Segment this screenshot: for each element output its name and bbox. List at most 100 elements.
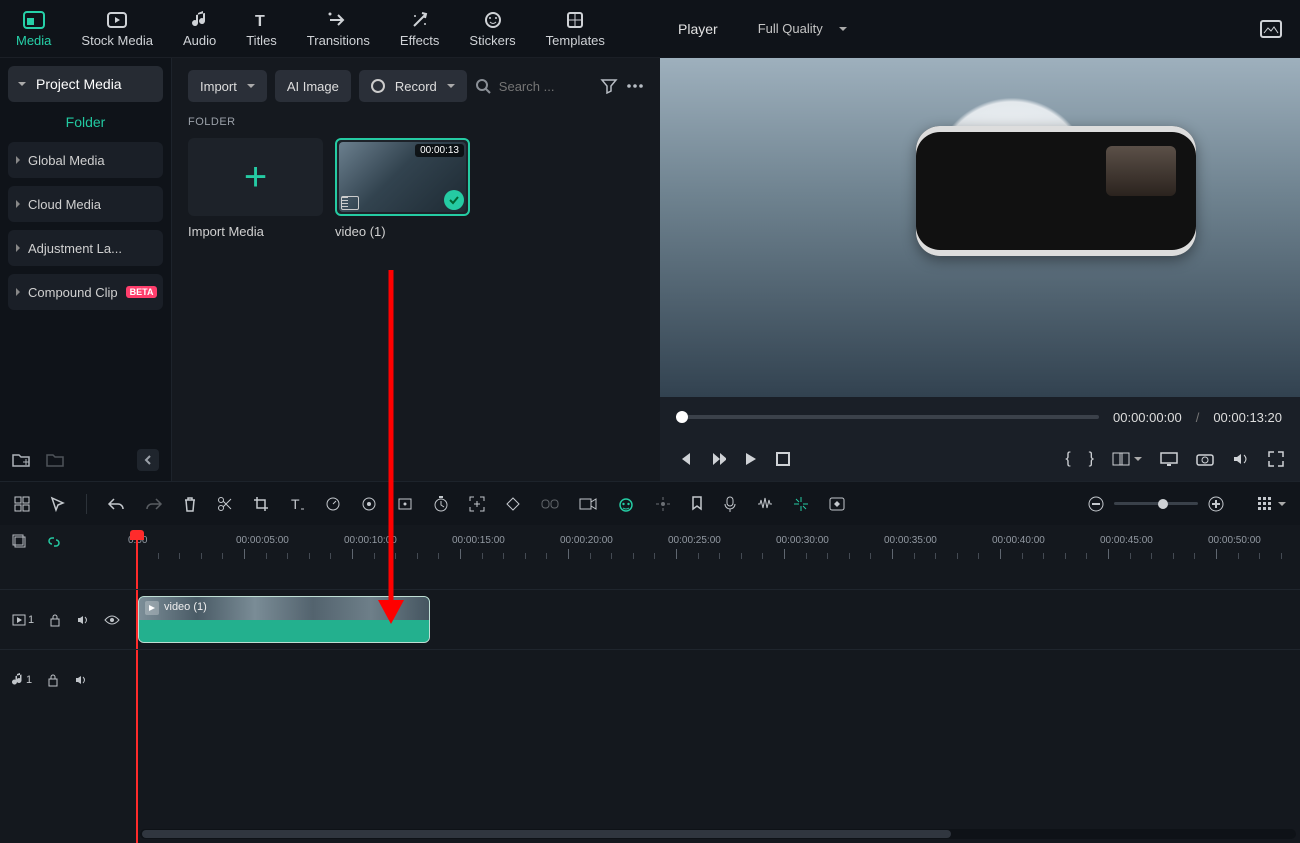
more-menu-icon[interactable] (626, 83, 644, 89)
video-preview[interactable] (660, 58, 1300, 397)
view-mode-icon[interactable] (1258, 497, 1286, 511)
copy-timeline-icon[interactable] (12, 534, 28, 550)
tab-titles[interactable]: T Titles (240, 6, 283, 52)
ruler-tick-label: 00:00:45:00 (1100, 535, 1153, 546)
mute-track-icon[interactable] (76, 613, 90, 627)
stickers-icon (482, 10, 504, 30)
stop-button[interactable] (776, 452, 790, 466)
media-icon (23, 10, 45, 30)
mark-in-button[interactable]: { (1065, 450, 1070, 468)
record-label: Record (395, 79, 437, 94)
quality-select[interactable]: Full Quality (758, 21, 847, 36)
tab-effects[interactable]: Effects (394, 6, 446, 52)
tab-templates[interactable]: Templates (540, 6, 611, 52)
split-button[interactable] (217, 496, 233, 512)
stock-media-icon (106, 10, 128, 30)
crop-ratio-button[interactable] (1112, 452, 1142, 466)
link-icon[interactable] (541, 498, 559, 510)
sidebar: Project Media Folder Global Media Cloud … (0, 58, 172, 481)
mark-out-button[interactable]: } (1089, 450, 1094, 468)
time-current: 00:00:00:00 (1113, 410, 1182, 425)
tab-transitions[interactable]: Transitions (301, 6, 376, 52)
media-browser: Import AI Image Record FOLDER + Import M… (172, 58, 660, 481)
keyframe-toggle-icon[interactable] (397, 496, 413, 512)
search-input[interactable] (499, 79, 592, 94)
display-button[interactable] (1160, 452, 1178, 466)
keyframe-diamond-icon[interactable] (505, 496, 521, 512)
lock-track-icon[interactable] (46, 673, 60, 687)
sidebar-item-cloud-media[interactable]: Cloud Media (8, 186, 163, 222)
chevron-right-icon (16, 288, 20, 296)
tab-audio[interactable]: Audio (177, 6, 222, 52)
undo-button[interactable] (107, 497, 125, 511)
tab-label: Stickers (469, 33, 515, 48)
tab-label: Templates (546, 33, 605, 48)
keyframe-add-icon[interactable] (829, 497, 845, 511)
sidebar-item-compound-clip[interactable]: Compound ClipBETA (8, 274, 163, 310)
snapshot-button[interactable] (1196, 452, 1214, 466)
search-icon (475, 78, 491, 94)
enhance-icon[interactable] (793, 496, 809, 512)
tab-stock-media[interactable]: Stock Media (75, 6, 159, 52)
project-media-label: Project Media (36, 76, 122, 92)
player-timebar: 00:00:00:00 / 00:00:13:20 (660, 397, 1300, 437)
import-button[interactable]: Import (188, 70, 267, 102)
color-button[interactable] (361, 496, 377, 512)
project-media-dropdown[interactable]: Project Media (8, 66, 163, 102)
clip-label: video (1) (164, 601, 207, 613)
templates-icon (564, 10, 586, 30)
zoom-out-button[interactable] (1088, 496, 1104, 512)
play-button[interactable] (744, 451, 758, 467)
effects-icon (409, 10, 431, 30)
visibility-icon[interactable] (104, 614, 120, 626)
delete-folder-icon[interactable] (46, 452, 64, 468)
lock-track-icon[interactable] (48, 613, 62, 627)
ruler-tick-label: 00:00:05:00 (236, 535, 289, 546)
text-button[interactable]: T (289, 496, 305, 512)
layout-icon[interactable] (14, 496, 30, 512)
top-tabs: Media Stock Media Audio T Titles Transit… (0, 0, 660, 58)
search-input-wrap (475, 78, 592, 94)
speed-button[interactable] (325, 496, 341, 512)
ai-robot-icon[interactable] (617, 496, 635, 512)
duration-icon[interactable] (433, 496, 449, 512)
tab-stickers[interactable]: Stickers (463, 6, 521, 52)
tab-media[interactable]: Media (10, 6, 57, 52)
ruler-tick-label: 00:00:50:00 (1208, 535, 1261, 546)
ai-image-button[interactable]: AI Image (275, 70, 351, 102)
play-forward-button[interactable] (710, 451, 726, 467)
scrub-bar[interactable] (678, 415, 1099, 419)
marker-icon[interactable] (691, 496, 703, 512)
timeline-ruler[interactable]: 0:0000:00:05:0000:00:10:0000:00:15:0000:… (136, 535, 1300, 579)
zoom-in-button[interactable] (1208, 496, 1224, 512)
snapshot-settings-icon[interactable] (1260, 20, 1282, 38)
folder-tab[interactable]: Folder (8, 102, 163, 142)
import-media-card[interactable]: + Import Media (188, 138, 323, 239)
fullscreen-button[interactable] (1268, 451, 1284, 467)
mic-icon[interactable] (723, 496, 737, 512)
redo-button[interactable] (145, 497, 163, 511)
delete-button[interactable] (183, 496, 197, 512)
clip-duration: 00:00:13 (415, 144, 464, 157)
new-folder-icon[interactable] (12, 452, 30, 468)
tab-label: Titles (246, 33, 277, 48)
camera-icon[interactable] (579, 497, 597, 511)
select-tool-icon[interactable] (50, 496, 66, 512)
mute-track-icon[interactable] (74, 673, 88, 687)
media-clip-card[interactable]: 00:00:13 video (1) (335, 138, 470, 239)
filter-icon[interactable] (600, 78, 618, 94)
record-button[interactable]: Record (359, 70, 467, 102)
audio-wave-icon[interactable] (757, 497, 773, 511)
timeline-scrollbar[interactable] (140, 829, 1296, 839)
timeline-clip[interactable]: video (1) (138, 596, 430, 643)
sidebar-item-global-media[interactable]: Global Media (8, 142, 163, 178)
crop-button[interactable] (253, 496, 269, 512)
volume-button[interactable] (1232, 451, 1250, 467)
sidebar-item-adjustment-layer[interactable]: Adjustment La... (8, 230, 163, 266)
prev-frame-button[interactable] (676, 451, 692, 467)
collapse-sidebar-button[interactable] (137, 449, 159, 471)
zoom-slider[interactable] (1114, 502, 1198, 505)
link-timeline-icon[interactable] (46, 534, 62, 550)
focus-icon[interactable] (469, 496, 485, 512)
sparkle-icon[interactable] (655, 496, 671, 512)
